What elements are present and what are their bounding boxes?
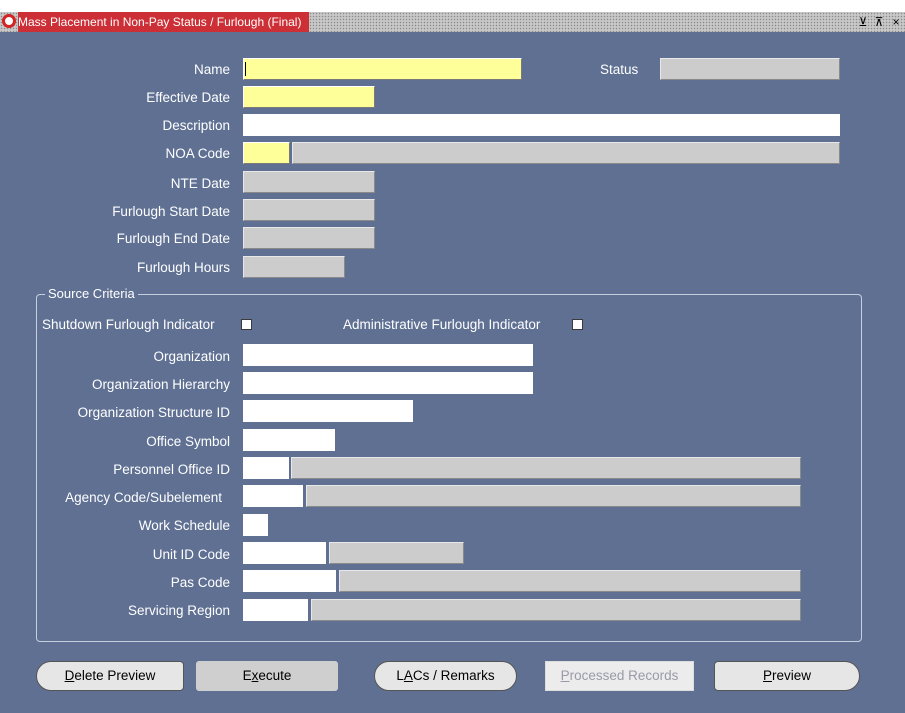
maximize-icon[interactable]: ⊼ — [872, 12, 886, 32]
processed-records-button[interactable]: Processed Records — [545, 661, 694, 691]
effective-date-label: Effective Date — [146, 90, 230, 105]
organization-label: Organization — [153, 349, 230, 364]
pas-code-label: Pas Code — [170, 575, 230, 590]
organization-field[interactable] — [243, 344, 533, 366]
delete-preview-button[interactable]: Delete Preview — [36, 661, 184, 691]
agency-code-subelement-label: Agency Code/Subelement — [65, 490, 222, 505]
close-icon[interactable]: × — [889, 12, 903, 32]
furlough-end-date-field — [243, 227, 375, 249]
lacs-remarks-button[interactable]: LACs / Remarks — [374, 661, 517, 691]
nte-date-label: NTE Date — [170, 176, 230, 191]
status-label: Status — [600, 62, 639, 77]
delete-preview-mnemonic: D — [64, 668, 75, 683]
description-field[interactable] — [243, 114, 840, 136]
furlough-hours-label: Furlough Hours — [136, 260, 230, 275]
delete-preview-label: elete Preview — [74, 668, 156, 683]
administrative-furlough-indicator-checkbox[interactable] — [572, 319, 583, 330]
lacs-remarks-mnemonic: A — [403, 668, 413, 683]
execute-button[interactable]: Execute — [196, 661, 338, 691]
lacs-remarks-label-rest: Cs / Remarks — [412, 668, 495, 683]
agency-code-subelement-description — [306, 485, 801, 507]
name-field[interactable] — [243, 58, 522, 80]
shutdown-furlough-indicator-checkbox[interactable] — [241, 319, 252, 330]
processed-records-label: rocessed Records — [569, 668, 679, 683]
furlough-start-date-field — [243, 199, 375, 221]
personnel-office-id-label: Personnel Office ID — [113, 462, 230, 477]
office-symbol-field[interactable] — [243, 429, 335, 451]
effective-date-field[interactable] — [243, 86, 375, 108]
noa-code-label: NOA Code — [165, 146, 230, 161]
unit-id-code-description — [329, 542, 464, 564]
preview-mnemonic: P — [762, 668, 772, 683]
organization-hierarchy-label: Organization Hierarchy — [91, 377, 230, 392]
name-label: Name — [193, 62, 230, 77]
organization-structure-id-field[interactable] — [243, 400, 413, 422]
organization-structure-id-label: Organization Structure ID — [77, 405, 230, 420]
source-criteria-title: Source Criteria — [45, 286, 138, 302]
furlough-start-date-label: Furlough Start Date — [112, 204, 230, 219]
work-schedule-label: Work Schedule — [138, 518, 230, 533]
unit-id-code-label: Unit ID Code — [152, 547, 230, 562]
noa-code-field[interactable] — [243, 142, 290, 164]
servicing-region-field[interactable] — [243, 599, 308, 621]
personnel-office-id-description — [291, 457, 801, 479]
shutdown-furlough-indicator-label: Shutdown Furlough Indicator — [42, 317, 215, 332]
text-cursor — [245, 62, 246, 76]
office-symbol-label: Office Symbol — [146, 434, 230, 449]
oracle-logo-icon — [2, 14, 16, 28]
minimize-icon[interactable]: ⊻ — [856, 12, 870, 32]
pas-code-field[interactable] — [243, 570, 336, 592]
furlough-hours-field — [243, 256, 345, 278]
preview-button[interactable]: Preview — [714, 661, 860, 691]
window-titlebar[interactable]: Mass Placement in Non-Pay Status / Furlo… — [0, 12, 905, 32]
agency-code-subelement-field[interactable] — [243, 485, 303, 507]
nte-date-field — [243, 171, 375, 193]
unit-id-code-field[interactable] — [243, 542, 326, 564]
furlough-end-date-label: Furlough End Date — [116, 231, 230, 246]
administrative-furlough-indicator-label: Administrative Furlough Indicator — [343, 317, 541, 332]
window-title: Mass Placement in Non-Pay Status / Furlo… — [18, 12, 310, 32]
work-schedule-field[interactable] — [243, 514, 268, 536]
description-label: Description — [162, 118, 230, 133]
pas-code-description — [339, 570, 801, 592]
preview-label: review — [772, 668, 812, 683]
organization-hierarchy-field[interactable] — [243, 372, 533, 394]
lacs-remarks-label-start: L — [396, 668, 404, 683]
execute-label-rest: ecute — [258, 668, 292, 683]
processed-records-mnemonic: P — [560, 668, 570, 683]
execute-label-start: E — [242, 668, 252, 683]
status-field — [660, 58, 840, 80]
noa-code-description — [292, 142, 840, 164]
servicing-region-label: Servicing Region — [127, 603, 230, 618]
personnel-office-id-field[interactable] — [243, 457, 289, 479]
servicing-region-description — [311, 599, 801, 621]
top-strip — [0, 0, 905, 12]
